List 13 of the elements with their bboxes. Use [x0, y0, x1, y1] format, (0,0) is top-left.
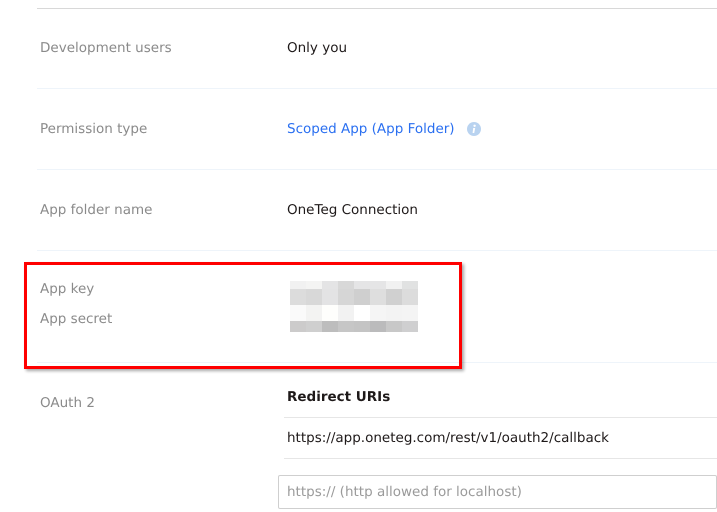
- field-label: App secret: [40, 311, 114, 327]
- field-label: Permission type: [39, 121, 148, 137]
- section-heading: Redirect URIs: [284, 389, 717, 418]
- field-value: Only you: [287, 40, 348, 56]
- uri-input[interactable]: https:// (http allowed for localhost): [278, 475, 717, 509]
- field-label: App key: [40, 281, 96, 297]
- redirect-uri: https://app.oneteg.com/rest/v1/oauth2/callback: [284, 418, 717, 459]
- field-label: Development users: [39, 40, 173, 56]
- field-label: App folder name: [39, 202, 154, 218]
- field-label: OAuth 2: [39, 395, 96, 411]
- permission-link[interactable]: Scoped App (App Folder): [287, 121, 455, 137]
- info-icon[interactable]: [466, 122, 481, 136]
- field-value: OneTeg Connection: [287, 202, 418, 218]
